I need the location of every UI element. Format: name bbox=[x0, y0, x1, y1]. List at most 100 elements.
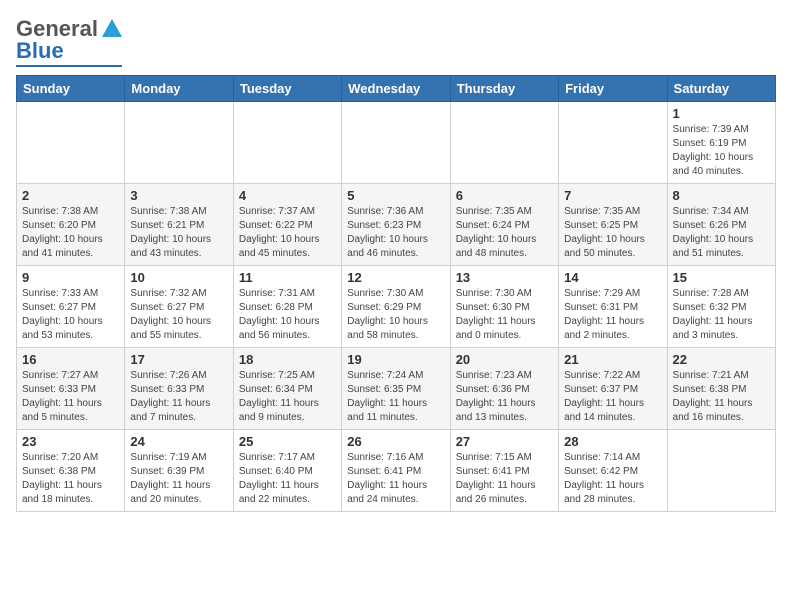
calendar-day-cell: 11 Sunrise: 7:31 AM Sunset: 6:28 PM Dayli… bbox=[233, 266, 341, 348]
day-number: 17 bbox=[130, 352, 227, 367]
calendar-day-cell bbox=[450, 102, 558, 184]
day-number: 25 bbox=[239, 434, 336, 449]
calendar-day-cell: 17 Sunrise: 7:26 AM Sunset: 6:33 PM Dayli… bbox=[125, 348, 233, 430]
day-info: Sunrise: 7:23 AM Sunset: 6:36 PM Dayligh… bbox=[456, 369, 553, 425]
day-number: 13 bbox=[456, 270, 553, 285]
day-info: Sunrise: 7:25 AM Sunset: 6:34 PM Dayligh… bbox=[239, 369, 336, 425]
day-number: 7 bbox=[564, 188, 661, 203]
calendar-day-cell: 20 Sunrise: 7:23 AM Sunset: 6:36 PM Dayli… bbox=[450, 348, 558, 430]
calendar-day-cell: 14 Sunrise: 7:29 AM Sunset: 6:31 PM Dayli… bbox=[559, 266, 667, 348]
day-info: Sunrise: 7:16 AM Sunset: 6:41 PM Dayligh… bbox=[347, 451, 444, 507]
day-number: 5 bbox=[347, 188, 444, 203]
day-number: 22 bbox=[673, 352, 770, 367]
day-number: 26 bbox=[347, 434, 444, 449]
day-info: Sunrise: 7:30 AM Sunset: 6:30 PM Dayligh… bbox=[456, 287, 553, 343]
day-number: 3 bbox=[130, 188, 227, 203]
day-info: Sunrise: 7:35 AM Sunset: 6:25 PM Dayligh… bbox=[564, 205, 661, 261]
calendar-day-cell: 22 Sunrise: 7:21 AM Sunset: 6:38 PM Dayli… bbox=[667, 348, 775, 430]
day-number: 18 bbox=[239, 352, 336, 367]
day-info: Sunrise: 7:31 AM Sunset: 6:28 PM Dayligh… bbox=[239, 287, 336, 343]
day-info: Sunrise: 7:20 AM Sunset: 6:38 PM Dayligh… bbox=[22, 451, 119, 507]
calendar-day-cell bbox=[125, 102, 233, 184]
calendar-day-cell: 12 Sunrise: 7:30 AM Sunset: 6:29 PM Dayli… bbox=[342, 266, 450, 348]
day-info: Sunrise: 7:26 AM Sunset: 6:33 PM Dayligh… bbox=[130, 369, 227, 425]
day-info: Sunrise: 7:33 AM Sunset: 6:27 PM Dayligh… bbox=[22, 287, 119, 343]
day-number: 24 bbox=[130, 434, 227, 449]
day-info: Sunrise: 7:29 AM Sunset: 6:31 PM Dayligh… bbox=[564, 287, 661, 343]
calendar-day-cell: 6 Sunrise: 7:35 AM Sunset: 6:24 PM Daylig… bbox=[450, 184, 558, 266]
calendar-day-cell: 10Sunrise: 7:32 AM Sunset: 6:27 PM Dayli… bbox=[125, 266, 233, 348]
day-info: Sunrise: 7:30 AM Sunset: 6:29 PM Dayligh… bbox=[347, 287, 444, 343]
calendar-day-cell: 3 Sunrise: 7:38 AM Sunset: 6:21 PM Daylig… bbox=[125, 184, 233, 266]
day-info: Sunrise: 7:17 AM Sunset: 6:40 PM Dayligh… bbox=[239, 451, 336, 507]
calendar-day-cell bbox=[342, 102, 450, 184]
calendar-day-cell: 7 Sunrise: 7:35 AM Sunset: 6:25 PM Daylig… bbox=[559, 184, 667, 266]
day-number: 12 bbox=[347, 270, 444, 285]
calendar-day-cell: 4Sunrise: 7:37 AM Sunset: 6:22 PM Daylig… bbox=[233, 184, 341, 266]
day-info: Sunrise: 7:34 AM Sunset: 6:26 PM Dayligh… bbox=[673, 205, 770, 261]
day-of-week-header: Monday bbox=[125, 76, 233, 102]
day-number: 2 bbox=[22, 188, 119, 203]
calendar-week-row: 16 Sunrise: 7:27 AM Sunset: 6:33 PM Dayli… bbox=[17, 348, 776, 430]
day-info: Sunrise: 7:28 AM Sunset: 6:32 PM Dayligh… bbox=[673, 287, 770, 343]
day-info: Sunrise: 7:22 AM Sunset: 6:37 PM Dayligh… bbox=[564, 369, 661, 425]
calendar-day-cell: 5 Sunrise: 7:36 AM Sunset: 6:23 PM Daylig… bbox=[342, 184, 450, 266]
day-number: 23 bbox=[22, 434, 119, 449]
day-info: Sunrise: 7:39 AM Sunset: 6:19 PM Dayligh… bbox=[673, 123, 770, 179]
day-number: 14 bbox=[564, 270, 661, 285]
day-info: Sunrise: 7:35 AM Sunset: 6:24 PM Dayligh… bbox=[456, 205, 553, 261]
day-number: 6 bbox=[456, 188, 553, 203]
calendar-day-cell: 19Sunrise: 7:24 AM Sunset: 6:35 PM Dayli… bbox=[342, 348, 450, 430]
day-number: 10 bbox=[130, 270, 227, 285]
day-number: 4 bbox=[239, 188, 336, 203]
day-of-week-header: Tuesday bbox=[233, 76, 341, 102]
calendar-day-cell: 2 Sunrise: 7:38 AM Sunset: 6:20 PM Daylig… bbox=[17, 184, 125, 266]
day-number: 19 bbox=[347, 352, 444, 367]
calendar-table: SundayMondayTuesdayWednesdayThursdayFrid… bbox=[16, 75, 776, 512]
day-info: Sunrise: 7:38 AM Sunset: 6:20 PM Dayligh… bbox=[22, 205, 119, 261]
day-info: Sunrise: 7:36 AM Sunset: 6:23 PM Dayligh… bbox=[347, 205, 444, 261]
day-number: 27 bbox=[456, 434, 553, 449]
day-number: 15 bbox=[673, 270, 770, 285]
logo: General Blue bbox=[16, 16, 122, 67]
day-info: Sunrise: 7:19 AM Sunset: 6:39 PM Dayligh… bbox=[130, 451, 227, 507]
logo-blue-text: Blue bbox=[16, 38, 64, 64]
calendar-day-cell: 15 Sunrise: 7:28 AM Sunset: 6:32 PM Dayli… bbox=[667, 266, 775, 348]
calendar-day-cell: 1 Sunrise: 7:39 AM Sunset: 6:19 PM Daylig… bbox=[667, 102, 775, 184]
calendar-day-cell: 26 Sunrise: 7:16 AM Sunset: 6:41 PM Dayli… bbox=[342, 430, 450, 512]
calendar-day-cell: 13 Sunrise: 7:30 AM Sunset: 6:30 PM Dayli… bbox=[450, 266, 558, 348]
day-number: 9 bbox=[22, 270, 119, 285]
calendar-day-cell bbox=[667, 430, 775, 512]
calendar-week-row: 9 Sunrise: 7:33 AM Sunset: 6:27 PM Daylig… bbox=[17, 266, 776, 348]
day-of-week-header: Wednesday bbox=[342, 76, 450, 102]
day-info: Sunrise: 7:38 AM Sunset: 6:21 PM Dayligh… bbox=[130, 205, 227, 261]
calendar-day-cell: 18 Sunrise: 7:25 AM Sunset: 6:34 PM Dayli… bbox=[233, 348, 341, 430]
day-number: 20 bbox=[456, 352, 553, 367]
day-info: Sunrise: 7:21 AM Sunset: 6:38 PM Dayligh… bbox=[673, 369, 770, 425]
day-info: Sunrise: 7:27 AM Sunset: 6:33 PM Dayligh… bbox=[22, 369, 119, 425]
day-number: 28 bbox=[564, 434, 661, 449]
day-info: Sunrise: 7:14 AM Sunset: 6:42 PM Dayligh… bbox=[564, 451, 661, 507]
logo-underline bbox=[16, 65, 122, 67]
calendar-day-cell: 8 Sunrise: 7:34 AM Sunset: 6:26 PM Daylig… bbox=[667, 184, 775, 266]
calendar-day-cell: 9 Sunrise: 7:33 AM Sunset: 6:27 PM Daylig… bbox=[17, 266, 125, 348]
calendar-day-cell: 28 Sunrise: 7:14 AM Sunset: 6:42 PM Dayli… bbox=[559, 430, 667, 512]
calendar-header: SundayMondayTuesdayWednesdayThursdayFrid… bbox=[17, 76, 776, 102]
day-number: 16 bbox=[22, 352, 119, 367]
calendar-day-cell: 27Sunrise: 7:15 AM Sunset: 6:41 PM Dayli… bbox=[450, 430, 558, 512]
day-number: 1 bbox=[673, 106, 770, 121]
calendar-day-cell: 16 Sunrise: 7:27 AM Sunset: 6:33 PM Dayli… bbox=[17, 348, 125, 430]
day-number: 8 bbox=[673, 188, 770, 203]
calendar-day-cell: 25 Sunrise: 7:17 AM Sunset: 6:40 PM Dayli… bbox=[233, 430, 341, 512]
day-of-week-header: Thursday bbox=[450, 76, 558, 102]
logo-triangle-icon bbox=[102, 19, 122, 37]
calendar-week-row: 2 Sunrise: 7:38 AM Sunset: 6:20 PM Daylig… bbox=[17, 184, 776, 266]
day-of-week-header: Sunday bbox=[17, 76, 125, 102]
day-number: 21 bbox=[564, 352, 661, 367]
calendar-day-cell bbox=[559, 102, 667, 184]
calendar-day-cell bbox=[17, 102, 125, 184]
day-number: 11 bbox=[239, 270, 336, 285]
calendar-day-cell: 24 Sunrise: 7:19 AM Sunset: 6:39 PM Dayli… bbox=[125, 430, 233, 512]
calendar-header-row: SundayMondayTuesdayWednesdayThursdayFrid… bbox=[17, 76, 776, 102]
page-header: General Blue bbox=[16, 16, 776, 67]
